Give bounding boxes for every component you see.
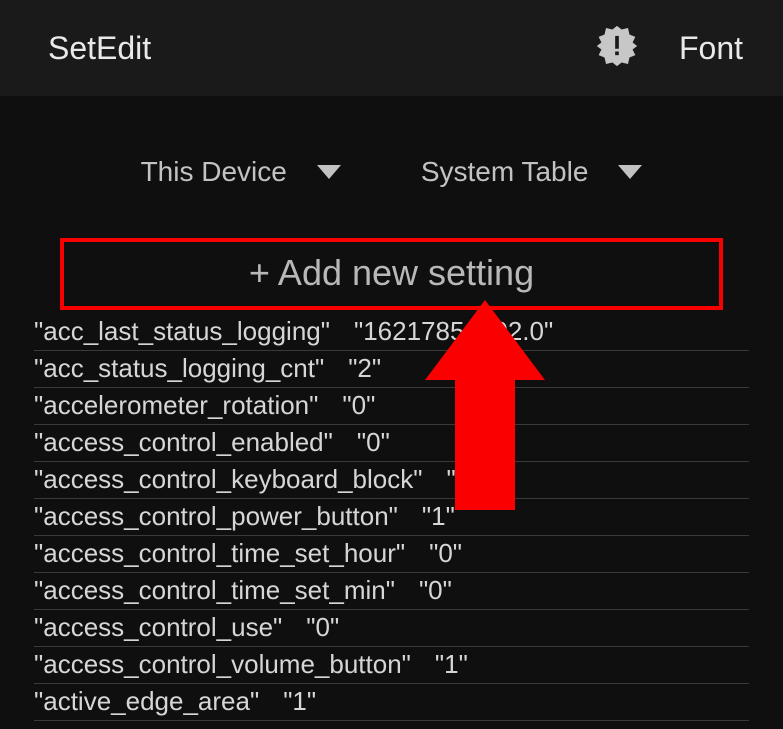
setting-key: "access_control_keyboard_block"	[34, 464, 446, 495]
setting-row[interactable]: "access_control_power_button""1"	[34, 499, 749, 536]
setting-row[interactable]: "access_control_time_set_hour""0"	[34, 536, 749, 573]
setting-row[interactable]: "access_control_enabled""0"	[34, 425, 749, 462]
setting-value: "0"	[357, 427, 390, 458]
setting-row[interactable]: "access_control_volume_button""1"	[34, 647, 749, 684]
device-dropdown-label: This Device	[141, 156, 287, 188]
dropdowns-bar: This Device System Table	[0, 156, 783, 188]
setting-key: "accelerometer_rotation"	[34, 390, 342, 421]
table-dropdown-label: System Table	[421, 156, 589, 188]
setting-row[interactable]: "access_control_use""0"	[34, 610, 749, 647]
setting-value: "0"	[429, 538, 462, 569]
setting-row[interactable]: "active_edge_area""1"	[34, 684, 749, 721]
setting-row[interactable]: "access_control_keyboard_block""0"	[34, 462, 749, 499]
setting-value: "0"	[306, 612, 339, 643]
table-dropdown[interactable]: System Table	[421, 156, 643, 188]
add-setting-label: + Add new setting	[249, 252, 534, 293]
app-header: SetEdit Font	[0, 0, 783, 96]
add-setting-button[interactable]: + Add new setting	[60, 238, 723, 310]
setting-key: "active_edge_area"	[34, 686, 283, 717]
chevron-down-icon	[618, 165, 642, 179]
setting-key: "access_control_volume_button"	[34, 649, 435, 680]
setting-row[interactable]: "access_control_time_set_min""0"	[34, 573, 749, 610]
header-right: Font	[595, 24, 743, 73]
setting-value: "2"	[348, 353, 381, 384]
setting-value: "0"	[446, 464, 479, 495]
setting-row[interactable]: "acc_last_status_logging""16217856202.0"	[34, 314, 749, 351]
setting-row[interactable]: "accelerometer_rotation""0"	[34, 388, 749, 425]
setting-key: "access_control_time_set_min"	[34, 575, 419, 606]
font-button[interactable]: Font	[679, 30, 743, 67]
setting-value: "0"	[342, 390, 375, 421]
app-title: SetEdit	[48, 30, 151, 67]
setting-row[interactable]: "acc_status_logging_cnt""2"	[34, 351, 749, 388]
chevron-down-icon	[317, 165, 341, 179]
setting-value: "1"	[435, 649, 468, 680]
setting-key: "acc_last_status_logging"	[34, 316, 354, 347]
setting-value: "0"	[419, 575, 452, 606]
settings-list: "acc_last_status_logging""16217856202.0"…	[34, 314, 749, 721]
setting-key: "access_control_time_set_hour"	[34, 538, 429, 569]
setting-value: "1"	[422, 501, 455, 532]
setting-value: "16217856202.0"	[354, 316, 553, 347]
setting-key: "access_control_enabled"	[34, 427, 357, 458]
setting-key: "acc_status_logging_cnt"	[34, 353, 348, 384]
device-dropdown[interactable]: This Device	[141, 156, 341, 188]
setting-value: "1"	[283, 686, 316, 717]
setting-key: "access_control_use"	[34, 612, 306, 643]
setting-key: "access_control_power_button"	[34, 501, 422, 532]
alert-badge-icon[interactable]	[595, 24, 639, 73]
